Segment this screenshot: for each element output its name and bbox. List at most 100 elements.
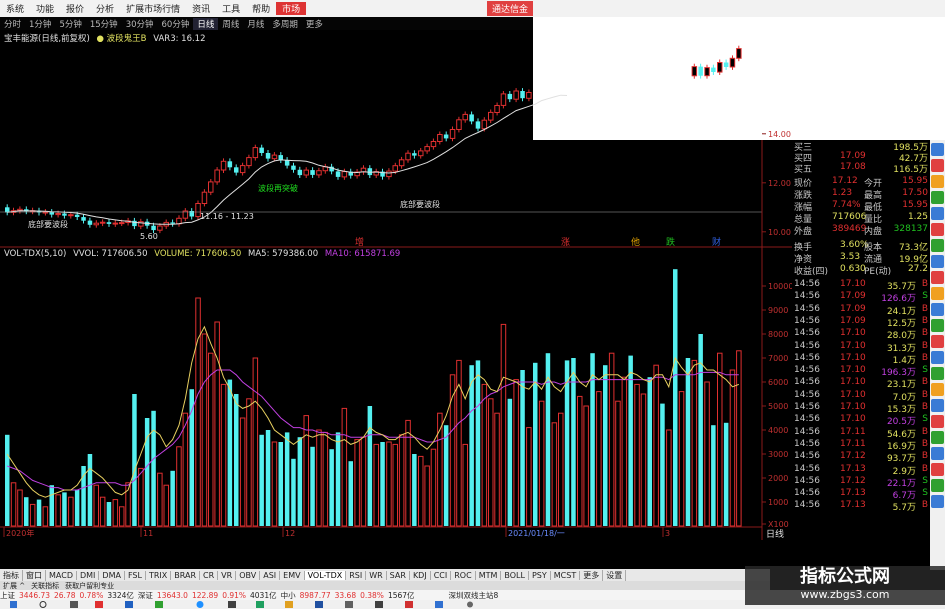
stock-app-icon[interactable] <box>405 601 413 608</box>
app-icon[interactable] <box>315 601 323 608</box>
indicator-tab[interactable]: WR <box>366 570 387 580</box>
toolbar-icon[interactable] <box>931 207 944 220</box>
tick-time: 14:56 <box>794 340 820 351</box>
toolbar-icon[interactable] <box>931 351 944 364</box>
indicator-tab[interactable]: FSL <box>125 570 146 580</box>
search-icon[interactable] <box>39 601 47 608</box>
stat-value: 1.23 <box>832 188 853 198</box>
volume-bar <box>176 446 182 527</box>
tick-volume: 31.3万 <box>886 343 916 354</box>
candle-body <box>392 165 398 172</box>
indicator-tab[interactable]: BOLL <box>501 570 529 580</box>
indicator-tab[interactable]: VOL-TDX <box>304 570 347 580</box>
app-icon[interactable] <box>155 601 163 608</box>
volume-bar <box>220 383 227 527</box>
tick-flag: S <box>922 475 928 486</box>
indicator-tab[interactable]: ASI <box>260 570 281 580</box>
app-icon[interactable] <box>375 601 383 608</box>
toolbar-icon[interactable] <box>931 335 944 348</box>
volume-bar <box>119 506 125 527</box>
volume-bar <box>49 485 54 526</box>
indicator-tab[interactable]: DMI <box>77 570 100 580</box>
indicator-tab[interactable]: ROC <box>451 570 476 580</box>
indicator-tab[interactable]: MACD <box>46 570 77 580</box>
indicator-tab[interactable]: 指标 <box>0 569 23 581</box>
indicator-tab[interactable]: 设置 <box>603 569 627 581</box>
indicator-tab[interactable]: RSI <box>346 570 367 580</box>
indicator-tab[interactable]: VR <box>218 570 237 580</box>
ext-related-indicators[interactable]: 关联指标 <box>28 581 62 591</box>
toolbar-icon[interactable] <box>931 175 944 188</box>
volume-bar <box>691 359 698 527</box>
toolbar-icon[interactable] <box>931 287 944 300</box>
windows-icon[interactable] <box>10 601 17 608</box>
bid-price: 17.09 <box>840 151 866 161</box>
indicator-tab[interactable]: MCST <box>551 570 581 580</box>
toolbar-icon[interactable] <box>931 415 944 428</box>
task-view-icon[interactable] <box>70 601 78 608</box>
indicator-tab[interactable]: PSY <box>529 570 551 580</box>
tick-row: 14:56 17.09 24.1万 B <box>792 304 930 317</box>
indicator-tab[interactable]: MTM <box>476 570 502 580</box>
volume-bar <box>380 442 385 526</box>
indicator-tab[interactable]: KDJ <box>410 570 431 580</box>
stat-label: 内盘 <box>864 227 883 237</box>
indicator-tab[interactable]: 更多 <box>580 569 604 581</box>
volume-bar <box>583 405 589 527</box>
indicator-tab[interactable]: EMV <box>280 570 305 580</box>
toolbar-icon[interactable] <box>931 223 944 236</box>
toolbar-icon[interactable] <box>931 191 944 204</box>
toolbar-icon[interactable] <box>931 159 944 172</box>
indicator-tab[interactable]: CCI <box>431 570 452 580</box>
zx-percent: 0.38% <box>360 590 384 600</box>
tick-price: 17.10 <box>840 402 866 412</box>
toolbar-icon[interactable] <box>931 143 944 156</box>
indicator-tab[interactable]: OBV <box>236 570 261 580</box>
toolbar-icon[interactable] <box>931 319 944 332</box>
toolbar-icon[interactable] <box>931 431 944 444</box>
toolbar-icon[interactable] <box>931 495 944 508</box>
volume-bar <box>5 434 10 526</box>
tick-flag: B <box>921 377 928 388</box>
indicator-tab[interactable]: DMA <box>99 570 125 580</box>
app-icon[interactable] <box>125 601 133 608</box>
volume-bar <box>640 393 647 527</box>
toolbar-icon[interactable] <box>931 367 944 380</box>
server-label[interactable]: 深圳双线主站8 <box>449 590 499 601</box>
volume-bar <box>711 425 716 526</box>
toolbar-icon[interactable] <box>931 383 944 396</box>
volume-value: VOLUME: 717606.50 <box>154 249 242 259</box>
side-toolbar <box>930 140 945 570</box>
settings-icon[interactable] <box>467 601 473 608</box>
tick-row: 14:56 17.12 22.1万 S <box>792 475 930 489</box>
tick-time: 14:56 <box>794 389 820 400</box>
app-icon[interactable] <box>345 601 353 608</box>
toolbar-icon[interactable] <box>931 239 944 252</box>
indicator-tab[interactable]: 窗口 <box>23 569 46 581</box>
tick-volume: 126.6万 <box>881 294 916 305</box>
indicator-tab[interactable]: SAR <box>387 570 410 580</box>
app-icon[interactable] <box>435 601 443 608</box>
toolbar-icon[interactable] <box>931 255 944 268</box>
tick-price: 17.12 <box>840 475 866 486</box>
app-icon[interactable] <box>95 601 103 608</box>
toolbar-icon[interactable] <box>931 447 944 460</box>
stat-value: 17.50 <box>902 188 928 198</box>
toolbar-icon[interactable] <box>931 399 944 412</box>
volume-bar <box>564 360 570 526</box>
folder-icon[interactable] <box>285 601 293 608</box>
toolbar-icon[interactable] <box>931 303 944 316</box>
indicator-tab[interactable]: CR <box>200 570 219 580</box>
app-icon[interactable] <box>228 601 236 608</box>
price-axis-label: 14.00 <box>768 130 791 139</box>
candle-body <box>220 160 227 171</box>
indicator-tab[interactable]: TRIX <box>146 570 172 580</box>
chart-canvas[interactable]: 5.60 11.16 - 11.23 底部要波段 波段再突破底部要波段增 涨 他 跌 财 10… <box>0 0 792 570</box>
edge-icon[interactable] <box>196 601 204 608</box>
toolbar-icon[interactable] <box>931 271 944 284</box>
indicator-tab[interactable]: BRAR <box>171 570 201 580</box>
wechat-icon[interactable] <box>256 601 264 608</box>
stat-value: 1.25 <box>907 212 928 222</box>
toolbar-icon[interactable] <box>931 463 944 476</box>
toolbar-icon[interactable] <box>931 479 944 492</box>
